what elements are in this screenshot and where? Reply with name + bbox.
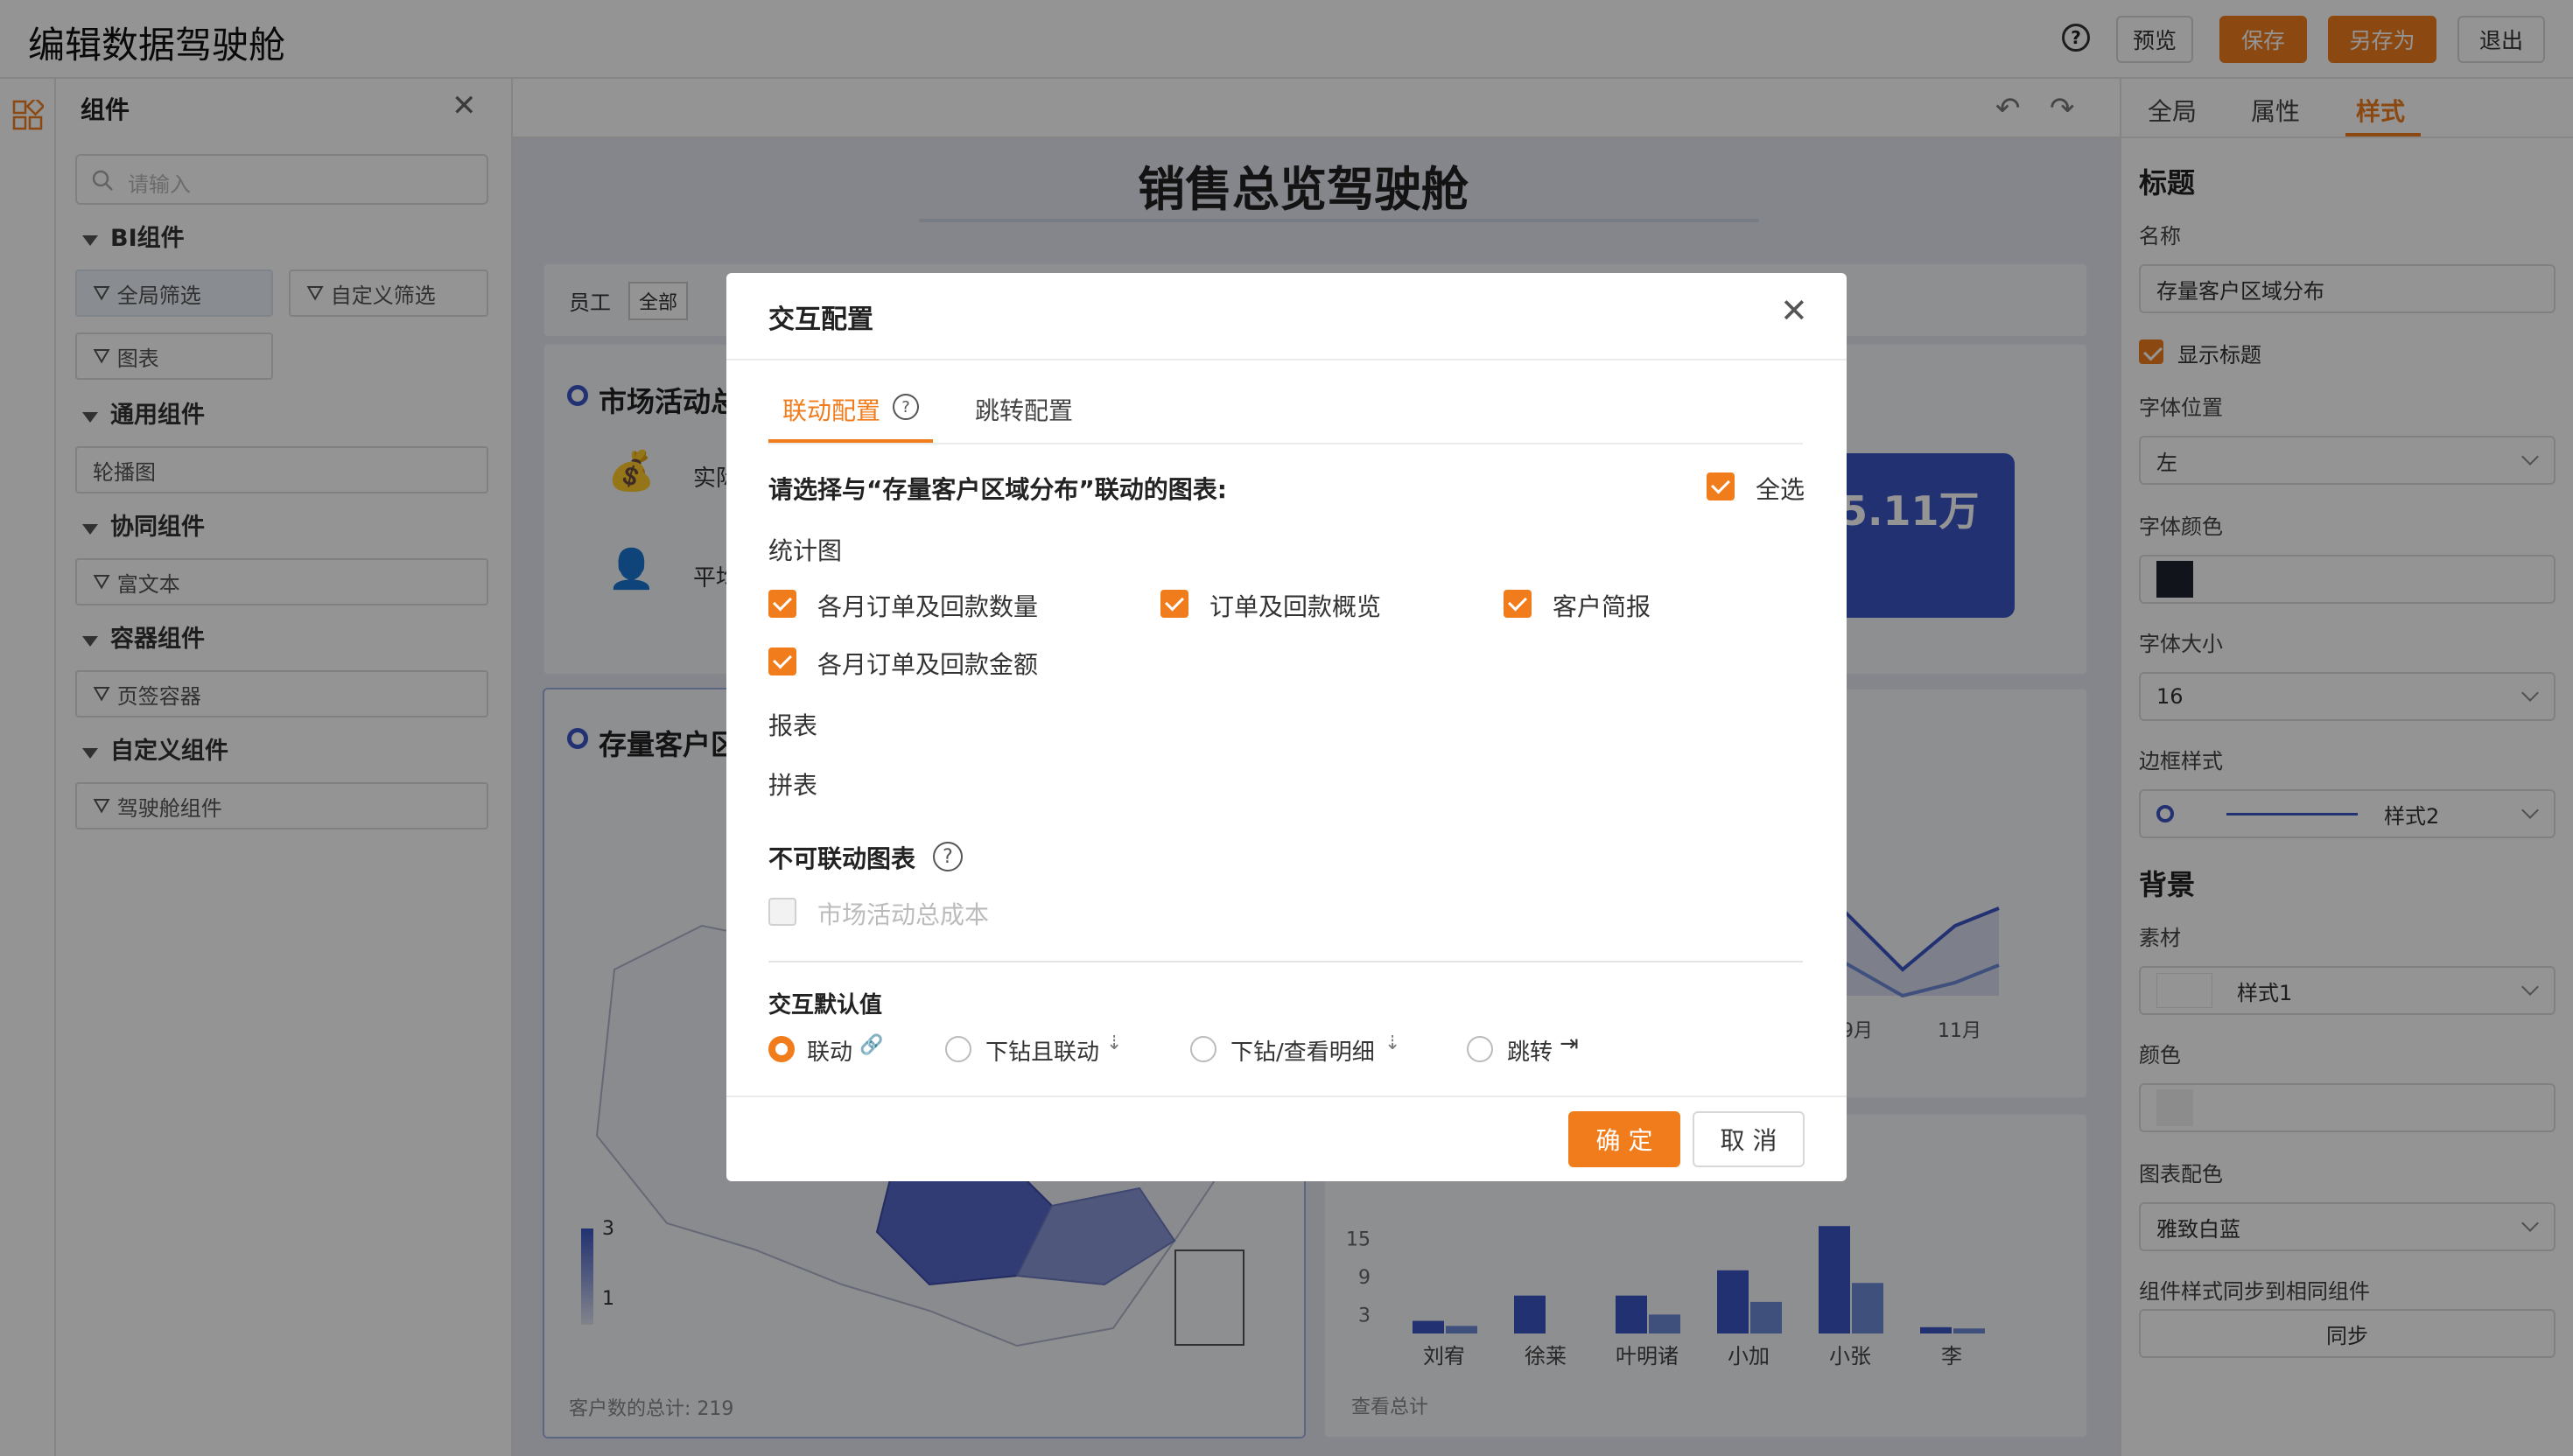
dialog-title: 交互配置 [768, 304, 873, 335]
tab-jump[interactable]: 跳转配置 [975, 392, 1073, 427]
linkage-help-icon[interactable]: ? [893, 394, 919, 420]
confirm-button[interactable]: 确 定 [1568, 1111, 1680, 1167]
drill-link-icon: ⇣ [1106, 1032, 1123, 1054]
jump-icon: ⇥ [1560, 1031, 1579, 1057]
chart-checkbox-label: 订单及回款概览 [1209, 592, 1382, 621]
defaults-divider [768, 961, 1803, 962]
unlinkable-item-label: 市场活动总成本 [817, 900, 990, 929]
defaults-label: 交互默认值 [768, 992, 883, 1018]
unlinkable-help-icon[interactable]: ? [933, 842, 963, 872]
report-label: 报表 [768, 711, 818, 740]
select-all-label: 全选 [1756, 475, 1805, 504]
chart-checkbox[interactable] [1504, 590, 1532, 618]
select-all-checkbox[interactable] [1707, 472, 1735, 500]
chart-checkbox-label: 各月订单及回款数量 [817, 592, 1039, 621]
radio-drill-detail-label: 下钻/查看明细 [1230, 1040, 1375, 1066]
unlinkable-checkbox [768, 898, 796, 926]
tabs-divider [768, 443, 1803, 444]
link-icon: 🔗 [859, 1034, 884, 1056]
dialog-close-icon[interactable]: ✕ [1780, 294, 1808, 327]
radio-drill-link-label: 下钻且联动 [985, 1040, 1100, 1066]
stat-chart-label: 统计图 [768, 536, 843, 565]
chart-checkbox-label: 各月订单及回款金额 [817, 650, 1039, 679]
unlinkable-label: 不可联动图表 [768, 844, 916, 873]
chart-checkbox[interactable] [768, 648, 796, 676]
cancel-button[interactable]: 取 消 [1693, 1111, 1805, 1167]
footer-divider [726, 1096, 1847, 1097]
chart-checkbox[interactable] [768, 590, 796, 618]
radio-linkage-label: 联动 [807, 1040, 853, 1066]
tab-linkage[interactable]: 联动配置 [782, 392, 880, 427]
radio-linkage[interactable] [768, 1036, 795, 1062]
link-prompt: 请选择与“存量客户区域分布”联动的图表: [768, 475, 1228, 504]
radio-drill-detail[interactable] [1190, 1036, 1216, 1062]
chart-checkbox-label: 客户简报 [1553, 592, 1651, 621]
radio-drill-link[interactable] [945, 1036, 971, 1062]
interaction-dialog: 交互配置 ✕ 联动配置 ? 跳转配置 请选择与“存量客户区域分布”联动的图表: … [726, 273, 1847, 1181]
dialog-header-divider [726, 359, 1847, 360]
drill-detail-icon: ⇣ [1385, 1032, 1401, 1054]
chart-checkbox[interactable] [1160, 590, 1188, 618]
radio-jump-label: 跳转 [1507, 1040, 1553, 1066]
radio-jump[interactable] [1467, 1036, 1493, 1062]
joint-table-label: 拼表 [768, 771, 818, 800]
